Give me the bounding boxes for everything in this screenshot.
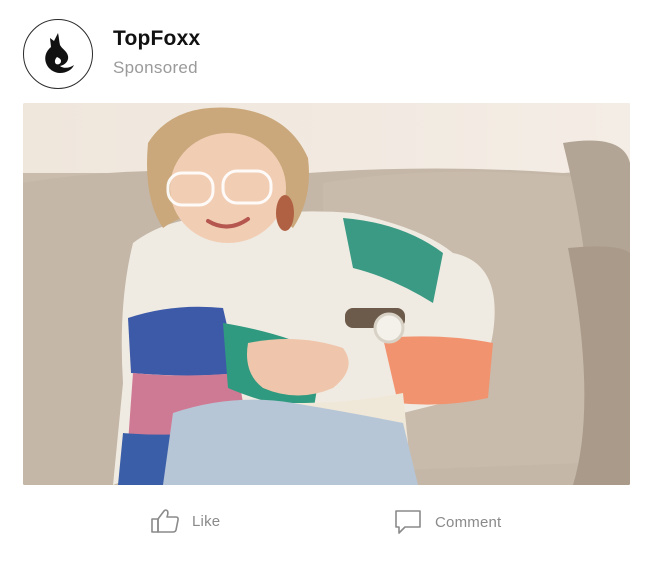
- post-header: TopFoxx Sponsored: [23, 19, 623, 91]
- sponsored-post: TopFoxx Sponsored Like Comment: [0, 0, 658, 561]
- like-button[interactable]: Like: [150, 508, 220, 534]
- post-actions: Like Comment: [0, 500, 658, 546]
- comment-label: Comment: [435, 513, 502, 531]
- fox-logo-icon: [38, 31, 78, 77]
- comment-bubble-icon: [393, 508, 423, 536]
- like-label: Like: [192, 512, 221, 530]
- comment-button[interactable]: Comment: [393, 508, 501, 536]
- sponsored-label: Sponsored: [113, 58, 198, 77]
- post-image[interactable]: [23, 103, 630, 485]
- thumbs-up-icon: [150, 508, 180, 534]
- brand-name[interactable]: TopFoxx: [113, 27, 200, 51]
- brand-avatar[interactable]: [23, 19, 93, 89]
